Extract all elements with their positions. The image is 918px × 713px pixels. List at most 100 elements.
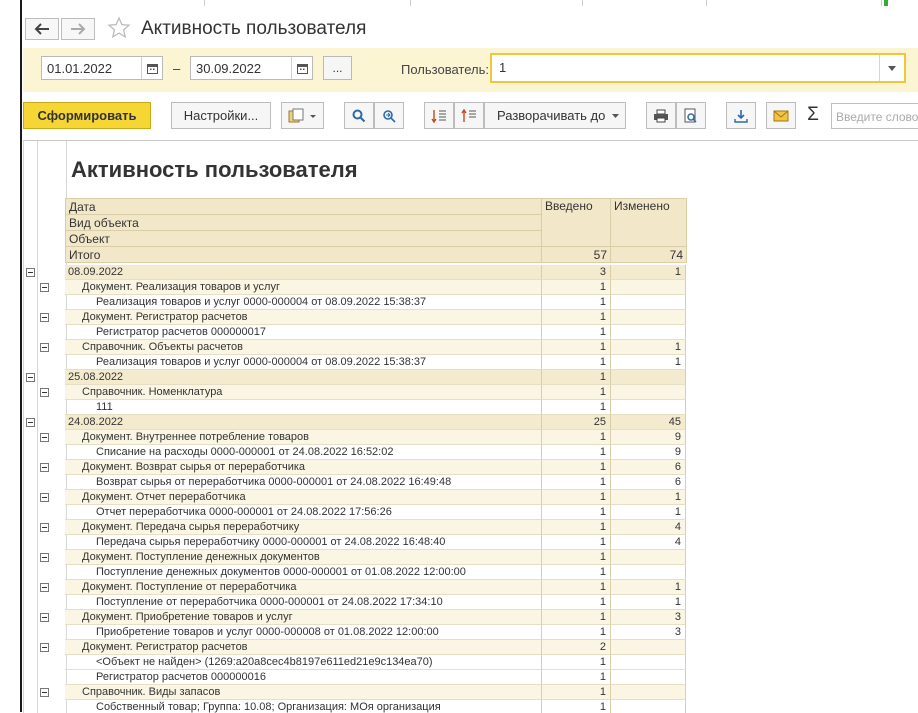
changed-value: 1 <box>610 490 686 505</box>
row-label: Передача сырья переработчику 0000-000001… <box>65 535 541 550</box>
changed-value: 3 <box>610 625 686 640</box>
changed-value <box>610 370 686 385</box>
period-select-button[interactable]: ... <box>323 56 352 80</box>
collapse-toggle-icon[interactable] <box>40 493 49 502</box>
object-row[interactable]: Возврат сырья от переработчика 0000-0000… <box>23 475 918 490</box>
object-row[interactable]: Реализация товаров и услуг 0000-000004 о… <box>23 295 918 310</box>
calendar-icon[interactable] <box>141 57 162 79</box>
collapse-toggle-icon[interactable] <box>40 463 49 472</box>
window-tab[interactable] <box>410 0 583 6</box>
user-field[interactable]: 1 <box>490 53 906 83</box>
object-row[interactable]: Передача сырья переработчику 0000-000001… <box>23 535 918 550</box>
object-row[interactable]: Собственный товар; Группа: 10.08; Органи… <box>23 700 918 713</box>
object-kind-row[interactable]: Документ. Поступление денежных документо… <box>23 550 918 565</box>
header-entered: Введено <box>541 198 611 247</box>
object-row[interactable]: Регистратор расчетов 000000017 1 <box>23 325 918 340</box>
search-icon <box>352 109 366 122</box>
collapse-toggle-icon[interactable] <box>40 688 49 697</box>
collapse-toggle-icon[interactable] <box>40 313 49 322</box>
variants-button[interactable] <box>281 102 324 129</box>
date-group-row[interactable]: 24.08.2022 25 45 <box>23 415 918 430</box>
object-row[interactable]: Отчет переработчика 0000-000001 от 24.08… <box>23 505 918 520</box>
changed-value: 1 <box>610 340 686 355</box>
object-row[interactable]: Регистратор расчетов 000000016 1 <box>23 670 918 685</box>
changed-value: 9 <box>610 430 686 445</box>
form-header: Активность пользователя <box>23 10 918 48</box>
object-kind-row[interactable]: Документ. Регистратор расчетов 2 <box>23 640 918 655</box>
object-kind-row[interactable]: Документ. Внутреннее потребление товаров… <box>23 430 918 445</box>
expand-to-button[interactable]: Разворачивать до <box>484 102 626 129</box>
collapse-toggle-icon[interactable] <box>26 418 35 427</box>
entered-value: 1 <box>541 325 610 340</box>
collapse-toggle-icon[interactable] <box>40 553 49 562</box>
object-kind-row[interactable]: Документ. Передача сырья переработчику 1 4 <box>23 520 918 535</box>
dropdown-icon[interactable] <box>879 55 904 81</box>
generate-button[interactable]: Сформировать <box>23 102 151 129</box>
send-email-button[interactable] <box>766 102 796 129</box>
changed-value: 6 <box>610 460 686 475</box>
object-kind-row[interactable]: Справочник. Виды запасов 1 <box>23 685 918 700</box>
window-tab[interactable] <box>0 0 205 6</box>
collapse-toggle-icon[interactable] <box>40 343 49 352</box>
changed-value <box>610 685 686 700</box>
collapse-toggle-icon[interactable] <box>40 283 49 292</box>
object-row[interactable]: <Объект не найден> (1269:a20a8cec4b8197e… <box>23 655 918 670</box>
report-document[interactable]: Активность пользователя Дата Введено Изм… <box>23 140 918 713</box>
date-group-row[interactable]: 08.09.2022 3 1 <box>23 265 918 280</box>
collapse-toggle-icon[interactable] <box>40 613 49 622</box>
changed-value <box>610 550 686 565</box>
print-button[interactable] <box>646 102 676 129</box>
object-kind-row[interactable]: Документ. Отчет переработчика 1 1 <box>23 490 918 505</box>
collapse-toggle-icon[interactable] <box>40 523 49 532</box>
sum-icon[interactable]: Σ <box>803 104 823 128</box>
window-tab[interactable] <box>582 0 707 6</box>
favorite-star-icon[interactable] <box>107 16 131 43</box>
forward-button[interactable] <box>61 18 95 40</box>
save-button[interactable] <box>726 102 756 129</box>
collapse-toggle-icon[interactable] <box>26 373 35 382</box>
object-kind-row[interactable]: Документ. Регистратор расчетов 1 <box>23 310 918 325</box>
expand-all-button[interactable] <box>424 102 454 129</box>
date-from-field[interactable]: 01.01.2022 <box>41 56 163 80</box>
collapse-toggle-icon[interactable] <box>40 388 49 397</box>
find-button[interactable] <box>344 102 374 129</box>
window-tab[interactable] <box>204 0 411 6</box>
object-row[interactable]: Поступление от переработчика 0000-000001… <box>23 595 918 610</box>
command-bar: Сформировать Настройки... Разворачивать … <box>23 102 918 130</box>
row-label: Возврат сырья от переработчика 0000-0000… <box>65 475 541 490</box>
entered-value: 1 <box>541 505 610 520</box>
collapse-toggle-icon[interactable] <box>40 433 49 442</box>
object-kind-row[interactable]: Справочник. Объекты расчетов 1 1 <box>23 340 918 355</box>
date-group-row[interactable]: 25.08.2022 1 <box>23 370 918 385</box>
object-kind-row[interactable]: Документ. Реализация товаров и услуг 1 <box>23 280 918 295</box>
object-row[interactable]: Поступление денежных документов 0000-000… <box>23 565 918 580</box>
entered-value: 1 <box>541 595 610 610</box>
search-input[interactable]: Введите слово <box>831 103 918 129</box>
download-icon <box>734 109 748 123</box>
row-label: Списание на расходы 0000-000001 от 24.08… <box>65 445 541 460</box>
preview-button[interactable] <box>676 102 706 129</box>
object-kind-row[interactable]: Документ. Приобретение товаров и услуг 1 3 <box>23 610 918 625</box>
row-label: Справочник. Объекты расчетов <box>65 340 541 355</box>
object-row[interactable]: 111 1 <box>23 400 918 415</box>
object-kind-row[interactable]: Справочник. Номенклатура 1 <box>23 385 918 400</box>
collapse-toggle-icon[interactable] <box>40 583 49 592</box>
row-label: Документ. Внутреннее потребление товаров <box>65 430 541 445</box>
object-kind-row[interactable]: Документ. Возврат сырья от переработчика… <box>23 460 918 475</box>
find-next-button[interactable] <box>374 102 404 129</box>
collapse-toggle-icon[interactable] <box>40 643 49 652</box>
changed-value <box>610 310 686 325</box>
object-kind-row[interactable]: Документ. Поступление от переработчика 1 1 <box>23 580 918 595</box>
window-tab[interactable] <box>706 0 882 6</box>
entered-value: 1 <box>541 610 610 625</box>
collapse-toggle-icon[interactable] <box>26 268 35 277</box>
collapse-all-button[interactable] <box>454 102 484 129</box>
object-row[interactable]: Приобретение товаров и услуг 0000-000008… <box>23 625 918 640</box>
date-to-field[interactable]: 30.09.2022 <box>190 56 313 80</box>
back-button[interactable] <box>25 18 59 40</box>
entered-value: 1 <box>541 685 610 700</box>
object-row[interactable]: Списание на расходы 0000-000001 от 24.08… <box>23 445 918 460</box>
object-row[interactable]: Реализация товаров и услуг 0000-000004 о… <box>23 355 918 370</box>
calendar-icon[interactable] <box>291 57 312 79</box>
settings-button[interactable]: Настройки... <box>171 102 271 129</box>
